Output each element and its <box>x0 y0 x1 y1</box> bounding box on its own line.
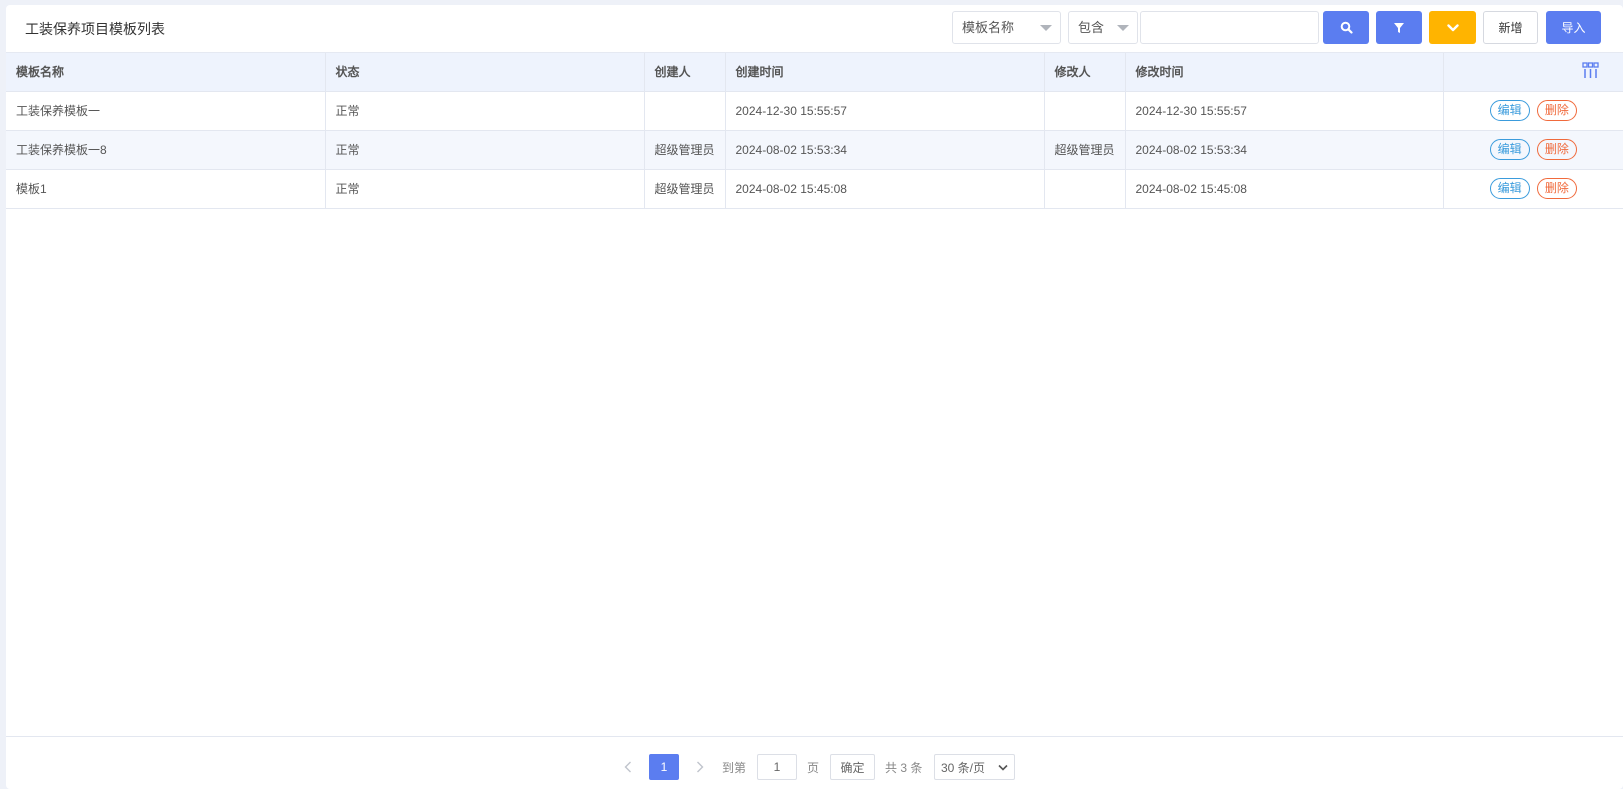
goto-input-wrap: 1 <box>757 754 797 780</box>
search-field-select[interactable]: 模板名称 <box>952 11 1061 44</box>
chevron-down-icon <box>1446 23 1459 31</box>
chevron-down-icon <box>998 764 1008 771</box>
column-header-modifier[interactable]: 修改人 <box>1044 53 1126 92</box>
delete-button[interactable]: 删除 <box>1536 139 1577 160</box>
expand-button[interactable] <box>1429 11 1476 44</box>
goto-label: 到第 <box>722 760 747 775</box>
cell-status: 正常 <box>325 169 645 209</box>
column-header-creator[interactable]: 创建人 <box>644 53 726 92</box>
add-button[interactable]: 新增 <box>1483 11 1538 44</box>
page-suffix: 页 <box>807 760 820 775</box>
column-header-status[interactable]: 状态 <box>325 53 645 92</box>
table-header-row: 模板名称 状态 创建人 创建时间 修改人 修改时间 <box>6 53 1623 92</box>
search-button[interactable] <box>1323 11 1369 44</box>
cell-modifier <box>1044 169 1126 209</box>
search-icon <box>1340 21 1353 34</box>
cell-creator: 超级管理员 <box>644 169 726 209</box>
caret-down-icon <box>1117 25 1129 31</box>
cell-created-time: 2024-08-02 15:53:34 <box>725 130 1045 170</box>
column-header-modified-time[interactable]: 修改时间 <box>1125 53 1444 92</box>
search-field-value: 模板名称 <box>962 20 1015 35</box>
cell-creator <box>644 91 726 131</box>
toolbar: 工装保养项目模板列表 模板名称 包含 新增 导入 <box>6 5 1623 53</box>
import-button[interactable]: 导入 <box>1546 11 1601 44</box>
edit-button[interactable]: 编辑 <box>1489 178 1530 199</box>
template-table: 模板名称 状态 创建人 创建时间 修改人 修改时间 工装保养模板一 正常 202… <box>6 53 1623 209</box>
chevron-right-icon <box>697 761 704 773</box>
cell-creator: 超级管理员 <box>644 130 726 170</box>
cell-modifier <box>1044 91 1126 131</box>
column-header-name[interactable]: 模板名称 <box>6 53 326 92</box>
cell-modified-time: 2024-12-30 15:55:57 <box>1125 91 1444 131</box>
confirm-wrap: 确定 <box>830 754 875 780</box>
pagination-bar: 1 到第 1 页 确定 共 3 条 30 条/页 <box>6 736 1623 789</box>
column-header-created-time[interactable]: 创建时间 <box>725 53 1045 92</box>
page-title: 工装保养项目模板列表 <box>25 21 165 37</box>
cell-modifier: 超级管理员 <box>1044 130 1126 170</box>
cell-modified-time: 2024-08-02 15:53:34 <box>1125 130 1444 170</box>
cell-created-time: 2024-08-02 15:45:08 <box>725 169 1045 209</box>
cell-actions: 编辑 删除 <box>1443 130 1623 170</box>
page-size-value: 30 条/页 <box>941 760 986 775</box>
next-page-button[interactable] <box>696 754 712 780</box>
match-mode-select[interactable]: 包含 <box>1068 11 1138 44</box>
page-1[interactable]: 1 <box>649 754 679 780</box>
edit-button[interactable]: 编辑 <box>1489 100 1530 121</box>
total-count: 共 3 条 <box>885 760 923 775</box>
cell-name: 工装保养模板一8 <box>6 130 326 170</box>
cell-name: 模板1 <box>6 169 326 209</box>
filter-button[interactable] <box>1376 11 1422 44</box>
delete-button[interactable]: 删除 <box>1536 178 1577 199</box>
table-row[interactable]: 工装保养模板一8 正常 超级管理员 2024-08-02 15:53:34 超级… <box>6 130 1623 170</box>
cell-status: 正常 <box>325 130 645 170</box>
match-mode-value: 包含 <box>1078 20 1105 35</box>
main-panel: 工装保养项目模板列表 模板名称 包含 新增 导入 模板名称 状态 创建人 创建时… <box>6 5 1623 789</box>
cell-status: 正常 <box>325 91 645 131</box>
chevron-left-icon <box>624 761 631 773</box>
goto-page-input[interactable]: 1 <box>757 754 797 780</box>
page-size-wrap: 30 条/页 <box>934 754 1015 780</box>
column-settings-cell <box>1443 53 1623 92</box>
prev-page-button[interactable] <box>624 754 640 780</box>
page-number-current[interactable]: 1 <box>649 754 679 780</box>
table-row[interactable]: 模板1 正常 超级管理员 2024-08-02 15:45:08 2024-08… <box>6 169 1623 209</box>
column-settings-icon[interactable] <box>1582 62 1599 79</box>
search-input[interactable] <box>1140 11 1319 44</box>
goto-confirm-button[interactable]: 确定 <box>830 754 875 780</box>
page-size-select[interactable]: 30 条/页 <box>934 754 1015 780</box>
cell-actions: 编辑 删除 <box>1443 169 1623 209</box>
edit-button[interactable]: 编辑 <box>1489 139 1530 160</box>
cell-name: 工装保养模板一 <box>6 91 326 131</box>
cell-actions: 编辑 删除 <box>1443 91 1623 131</box>
cell-created-time: 2024-12-30 15:55:57 <box>725 91 1045 131</box>
caret-down-icon <box>1040 25 1052 31</box>
table-row[interactable]: 工装保养模板一 正常 2024-12-30 15:55:57 2024-12-3… <box>6 91 1623 131</box>
filter-icon <box>1394 22 1404 33</box>
cell-modified-time: 2024-08-02 15:45:08 <box>1125 169 1444 209</box>
delete-button[interactable]: 删除 <box>1536 100 1577 121</box>
